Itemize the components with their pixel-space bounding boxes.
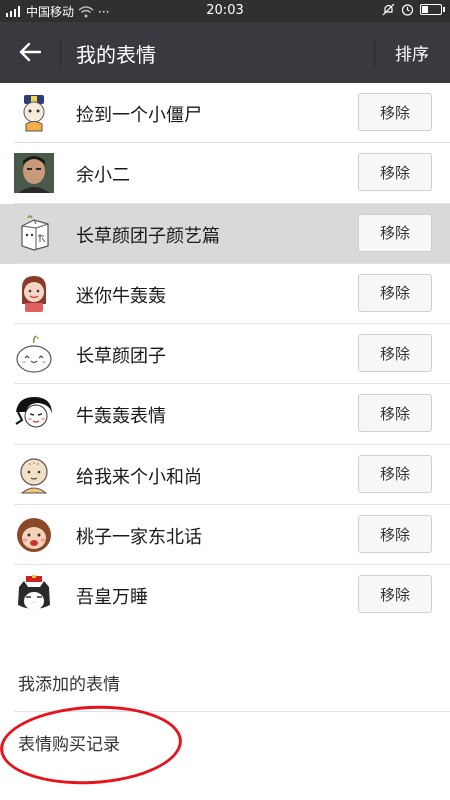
box-face-icon: [14, 214, 54, 254]
my-added-stickers-label: 我添加的表情: [18, 674, 120, 695]
monkey-face-icon: [14, 515, 54, 555]
sticker-list: 捡到一个小僵尸 移除 余小二 移除 长草颜团子颜艺篇 移除 迷你牛轰轰 移除 长…: [0, 83, 450, 626]
mini-niu-icon: [14, 274, 54, 314]
sticker-row[interactable]: 给我来个小和尚 移除: [0, 444, 450, 506]
sticker-name: 迷你牛轰轰: [76, 285, 166, 307]
cat-icon: [14, 575, 54, 615]
back-button[interactable]: [14, 36, 46, 68]
title-divider: [60, 38, 61, 68]
black-hair-face-icon: [14, 394, 54, 434]
sticker-row[interactable]: 长草颜团子颜艺篇 移除: [0, 203, 450, 264]
sticker-name: 给我来个小和尚: [76, 466, 202, 488]
sort-button[interactable]: 排序: [374, 22, 450, 83]
sticker-name: 余小二: [76, 165, 130, 187]
sticker-name: 长草颜团子颜艺篇: [76, 225, 220, 247]
sticker-row[interactable]: 迷你牛轰轰 移除: [0, 263, 450, 325]
my-added-stickers-item[interactable]: 我添加的表情: [0, 652, 450, 712]
sticker-row[interactable]: 捡到一个小僵尸 移除: [0, 83, 450, 144]
battery-icon: [420, 4, 445, 15]
sticker-name: 牛轰轰表情: [76, 406, 166, 428]
sticker-row[interactable]: 桃子一家东北话 移除: [0, 505, 450, 566]
sticker-row[interactable]: 吾皇万睡 移除: [0, 565, 450, 626]
sticker-row[interactable]: 余小二 移除: [0, 143, 450, 204]
status-bar: 中国移动 ··· 20:03: [0, 0, 450, 22]
purchase-history-label: 表情购买记录: [18, 734, 120, 755]
jiangshi-icon: [14, 93, 54, 133]
remove-button[interactable]: 移除: [358, 93, 432, 131]
remove-button[interactable]: 移除: [358, 394, 432, 433]
sticker-row[interactable]: 长草颜团子 移除: [0, 324, 450, 385]
purchase-history-item[interactable]: 表情购买记录: [0, 712, 450, 772]
sticker-row[interactable]: 牛轰轰表情 移除: [0, 384, 450, 445]
sticker-name: 捡到一个小僵尸: [76, 105, 202, 126]
sticker-name: 桃子一家东北话: [76, 527, 202, 549]
monk-icon: [14, 455, 54, 495]
photo-avatar-icon: [14, 153, 54, 194]
back-arrow-icon: [19, 42, 41, 62]
remove-button[interactable]: 移除: [358, 575, 432, 614]
silent-bell-icon: [382, 3, 395, 16]
remove-button[interactable]: 移除: [358, 153, 432, 192]
remove-button[interactable]: 移除: [358, 213, 432, 252]
remove-button[interactable]: 移除: [358, 334, 432, 373]
page-title: 我的表情: [76, 43, 156, 67]
remove-button[interactable]: 移除: [358, 273, 432, 312]
title-bar: 我的表情 排序: [0, 22, 450, 83]
alarm-icon: [401, 4, 414, 16]
sticker-name: 长草颜团子: [76, 346, 166, 368]
remove-button[interactable]: 移除: [358, 515, 432, 554]
sticker-name: 吾皇万睡: [76, 587, 148, 609]
footer-menu: 我添加的表情 表情购买记录: [0, 652, 450, 772]
remove-button[interactable]: 移除: [358, 454, 432, 493]
dumpling-icon: [14, 334, 54, 374]
